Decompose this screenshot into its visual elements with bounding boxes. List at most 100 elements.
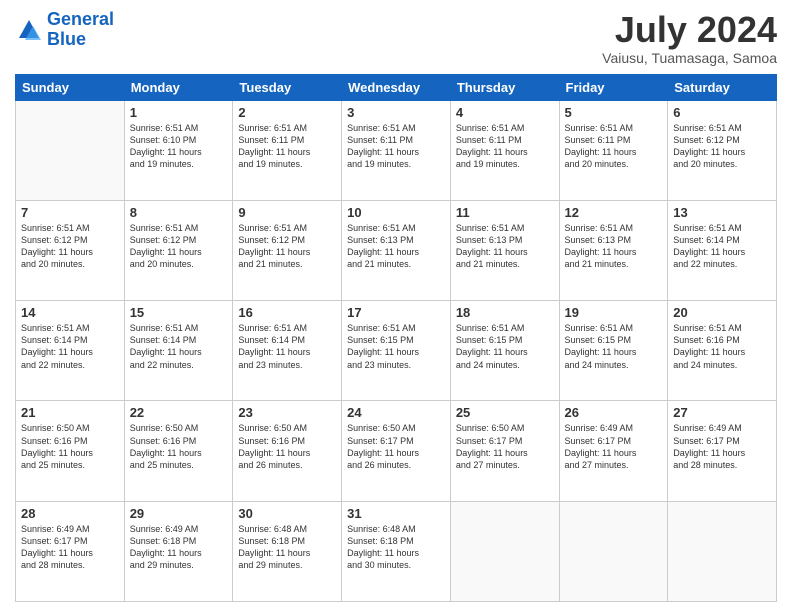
day-info: Sunrise: 6:51 AM Sunset: 6:15 PM Dayligh… [456, 322, 554, 371]
day-number: 17 [347, 305, 445, 320]
day-cell: 24Sunrise: 6:50 AM Sunset: 6:17 PM Dayli… [342, 401, 451, 501]
day-cell: 23 Sunrise: 6:50 AM Sunset: 6:16 PM Dayli… [233, 401, 342, 501]
day-number: 12 [565, 205, 663, 220]
day-info: Sunrise: 6:51 AM Sunset: 6:12 PM Dayligh… [673, 122, 771, 171]
day-cell: 8 Sunrise: 6:51 AM Sunset: 6:12 PM Daylig… [124, 200, 233, 300]
day-number: 18 [456, 305, 554, 320]
day-number: 13 [673, 205, 771, 220]
weekday-header-row: Sunday Monday Tuesday Wednesday Thursday… [16, 74, 777, 100]
header-saturday: Saturday [668, 74, 777, 100]
day-number: 2 [238, 105, 336, 120]
day-number: 19 [565, 305, 663, 320]
day-cell: 10Sunrise: 6:51 AM Sunset: 6:13 PM Dayli… [342, 200, 451, 300]
month-title: July 2024 [602, 10, 777, 50]
day-cell: 6 Sunrise: 6:51 AM Sunset: 6:12 PM Daylig… [668, 100, 777, 200]
calendar: Sunday Monday Tuesday Wednesday Thursday… [15, 74, 777, 602]
day-number: 16 [238, 305, 336, 320]
day-cell: 14Sunrise: 6:51 AM Sunset: 6:14 PM Dayli… [16, 301, 125, 401]
day-info: Sunrise: 6:51 AM Sunset: 6:14 PM Dayligh… [238, 322, 336, 371]
day-info: Sunrise: 6:51 AM Sunset: 6:12 PM Dayligh… [130, 222, 228, 271]
day-number: 30 [238, 506, 336, 521]
day-number: 25 [456, 405, 554, 420]
day-cell [16, 100, 125, 200]
day-number: 29 [130, 506, 228, 521]
day-cell: 3 Sunrise: 6:51 AM Sunset: 6:11 PM Daylig… [342, 100, 451, 200]
day-number: 6 [673, 105, 771, 120]
day-cell: 28 Sunrise: 6:49 AM Sunset: 6:17 PM Dayli… [16, 501, 125, 601]
header-wednesday: Wednesday [342, 74, 451, 100]
day-number: 3 [347, 105, 445, 120]
day-info: Sunrise: 6:51 AM Sunset: 6:15 PM Dayligh… [347, 322, 445, 371]
day-cell: 13 Sunrise: 6:51 AM Sunset: 6:14 PM Dayli… [668, 200, 777, 300]
day-cell: 18 Sunrise: 6:51 AM Sunset: 6:15 PM Dayli… [450, 301, 559, 401]
day-info: Sunrise: 6:50 AM Sunset: 6:16 PM Dayligh… [238, 422, 336, 471]
day-info: Sunrise: 6:48 AM Sunset: 6:18 PM Dayligh… [238, 523, 336, 572]
day-number: 8 [130, 205, 228, 220]
day-number: 7 [21, 205, 119, 220]
day-info: Sunrise: 6:49 AM Sunset: 6:17 PM Dayligh… [21, 523, 119, 572]
day-info: Sunrise: 6:51 AM Sunset: 6:12 PM Dayligh… [238, 222, 336, 271]
day-number: 11 [456, 205, 554, 220]
day-number: 21 [21, 405, 119, 420]
day-cell: 25 Sunrise: 6:50 AM Sunset: 6:17 PM Dayli… [450, 401, 559, 501]
week-row-1: 7 Sunrise: 6:51 AM Sunset: 6:12 PM Daylig… [16, 200, 777, 300]
day-info: Sunrise: 6:51 AM Sunset: 6:14 PM Dayligh… [673, 222, 771, 271]
day-cell: 5 Sunrise: 6:51 AM Sunset: 6:11 PM Daylig… [559, 100, 668, 200]
day-info: Sunrise: 6:50 AM Sunset: 6:17 PM Dayligh… [456, 422, 554, 471]
day-number: 5 [565, 105, 663, 120]
day-cell: 20 Sunrise: 6:51 AM Sunset: 6:16 PM Dayli… [668, 301, 777, 401]
header-tuesday: Tuesday [233, 74, 342, 100]
day-cell: 22 Sunrise: 6:50 AM Sunset: 6:16 PM Dayli… [124, 401, 233, 501]
day-cell: 27Sunrise: 6:49 AM Sunset: 6:17 PM Dayli… [668, 401, 777, 501]
day-cell: 4 Sunrise: 6:51 AM Sunset: 6:11 PM Daylig… [450, 100, 559, 200]
logo-general: General [47, 9, 114, 29]
day-cell: 1Sunrise: 6:51 AM Sunset: 6:10 PM Daylig… [124, 100, 233, 200]
page: General Blue July 2024 Vaiusu, Tuamasaga… [0, 0, 792, 612]
header-monday: Monday [124, 74, 233, 100]
day-info: Sunrise: 6:51 AM Sunset: 6:13 PM Dayligh… [565, 222, 663, 271]
week-row-2: 14Sunrise: 6:51 AM Sunset: 6:14 PM Dayli… [16, 301, 777, 401]
week-row-0: 1Sunrise: 6:51 AM Sunset: 6:10 PM Daylig… [16, 100, 777, 200]
day-info: Sunrise: 6:50 AM Sunset: 6:16 PM Dayligh… [130, 422, 228, 471]
day-number: 10 [347, 205, 445, 220]
day-info: Sunrise: 6:49 AM Sunset: 6:17 PM Dayligh… [565, 422, 663, 471]
logo-blue: Blue [47, 29, 86, 49]
day-number: 27 [673, 405, 771, 420]
day-info: Sunrise: 6:51 AM Sunset: 6:13 PM Dayligh… [456, 222, 554, 271]
day-info: Sunrise: 6:51 AM Sunset: 6:11 PM Dayligh… [565, 122, 663, 171]
day-info: Sunrise: 6:51 AM Sunset: 6:12 PM Dayligh… [21, 222, 119, 271]
day-info: Sunrise: 6:51 AM Sunset: 6:11 PM Dayligh… [347, 122, 445, 171]
day-number: 28 [21, 506, 119, 521]
day-number: 23 [238, 405, 336, 420]
day-number: 31 [347, 506, 445, 521]
day-cell: 31Sunrise: 6:48 AM Sunset: 6:18 PM Dayli… [342, 501, 451, 601]
day-info: Sunrise: 6:51 AM Sunset: 6:15 PM Dayligh… [565, 322, 663, 371]
day-cell [559, 501, 668, 601]
location: Vaiusu, Tuamasaga, Samoa [602, 50, 777, 66]
week-row-4: 28 Sunrise: 6:49 AM Sunset: 6:17 PM Dayli… [16, 501, 777, 601]
day-number: 22 [130, 405, 228, 420]
day-number: 20 [673, 305, 771, 320]
day-info: Sunrise: 6:51 AM Sunset: 6:11 PM Dayligh… [238, 122, 336, 171]
day-cell: 21Sunrise: 6:50 AM Sunset: 6:16 PM Dayli… [16, 401, 125, 501]
logo-text: General Blue [47, 10, 114, 50]
day-info: Sunrise: 6:49 AM Sunset: 6:18 PM Dayligh… [130, 523, 228, 572]
day-cell: 29 Sunrise: 6:49 AM Sunset: 6:18 PM Dayli… [124, 501, 233, 601]
day-cell: 26 Sunrise: 6:49 AM Sunset: 6:17 PM Dayli… [559, 401, 668, 501]
day-info: Sunrise: 6:51 AM Sunset: 6:11 PM Dayligh… [456, 122, 554, 171]
day-number: 4 [456, 105, 554, 120]
header-friday: Friday [559, 74, 668, 100]
day-info: Sunrise: 6:50 AM Sunset: 6:17 PM Dayligh… [347, 422, 445, 471]
day-number: 15 [130, 305, 228, 320]
day-info: Sunrise: 6:51 AM Sunset: 6:14 PM Dayligh… [21, 322, 119, 371]
day-number: 9 [238, 205, 336, 220]
day-cell: 19 Sunrise: 6:51 AM Sunset: 6:15 PM Dayli… [559, 301, 668, 401]
day-cell: 11 Sunrise: 6:51 AM Sunset: 6:13 PM Dayli… [450, 200, 559, 300]
day-cell: 30 Sunrise: 6:48 AM Sunset: 6:18 PM Dayli… [233, 501, 342, 601]
day-info: Sunrise: 6:51 AM Sunset: 6:14 PM Dayligh… [130, 322, 228, 371]
header-thursday: Thursday [450, 74, 559, 100]
day-info: Sunrise: 6:51 AM Sunset: 6:16 PM Dayligh… [673, 322, 771, 371]
day-number: 26 [565, 405, 663, 420]
day-cell: 16 Sunrise: 6:51 AM Sunset: 6:14 PM Dayli… [233, 301, 342, 401]
day-cell: 15 Sunrise: 6:51 AM Sunset: 6:14 PM Dayli… [124, 301, 233, 401]
